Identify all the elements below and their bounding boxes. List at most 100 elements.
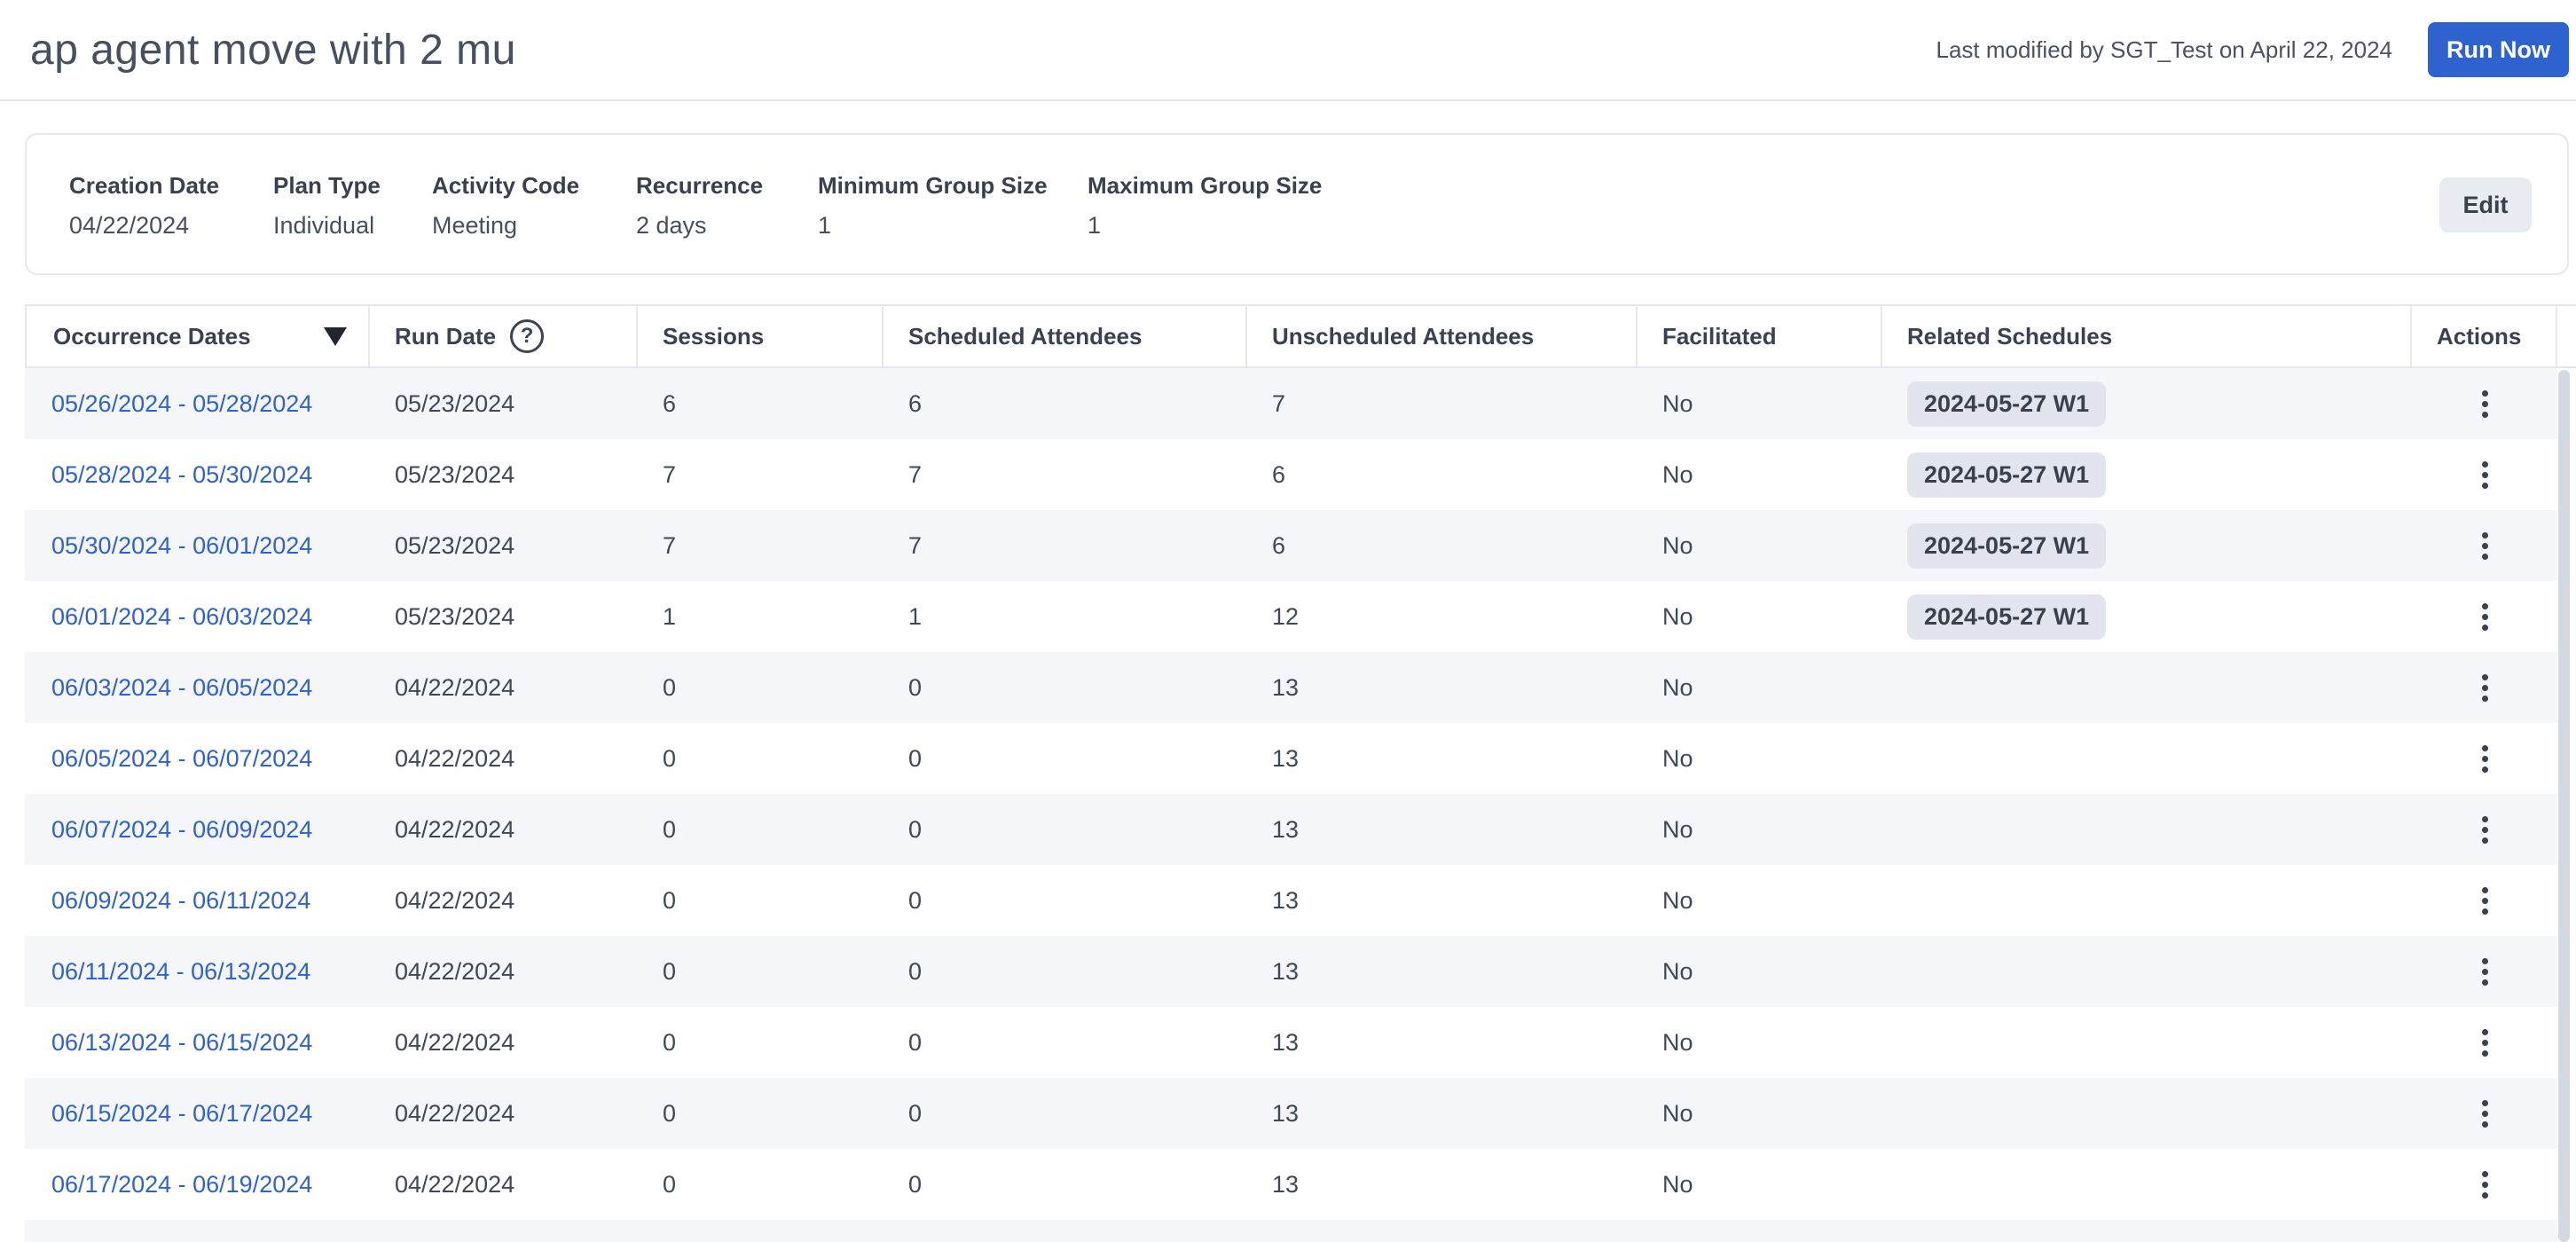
cell-unscheduled-attendees: 7: [1247, 368, 1637, 439]
cell-scheduled-attendees: 0: [884, 794, 1247, 865]
table-row: 06/09/2024 - 06/11/2024 04/22/2024 0 0 1…: [25, 865, 2557, 936]
field-value: 1: [818, 212, 832, 239]
run-date-text: 04/22/2024: [395, 1170, 515, 1198]
unscheduled-attendees-text: 12: [1272, 602, 1300, 630]
cell-occurrence-dates: 06/01/2024 - 06/03/2024: [25, 581, 370, 652]
kebab-dot: [2481, 968, 2488, 975]
sort-descending-icon[interactable]: [324, 326, 347, 346]
related-schedule-badge[interactable]: 2024-05-27 W1: [1907, 593, 2107, 640]
row-actions-kebab-menu-icon[interactable]: [2470, 665, 2501, 711]
cell-scheduled-attendees: 0: [884, 1149, 1247, 1220]
sessions-text: 0: [663, 1170, 677, 1198]
cell-run-date: 05/23/2024: [370, 368, 638, 439]
kebab-dot: [2481, 553, 2488, 560]
help-circle-icon[interactable]: ?: [510, 319, 545, 353]
occurrence-dates-link[interactable]: 06/03/2024 - 06/05/2024: [51, 674, 312, 702]
kebab-dot: [2481, 957, 2488, 964]
field-value: 2 days: [636, 212, 707, 239]
last-modified-text: Last modified by SGT_Test on April 22, 2…: [1936, 35, 2392, 63]
column-header-label: Facilitated: [1662, 322, 1777, 350]
occurrence-dates-link[interactable]: 05/26/2024 - 05/28/2024: [51, 390, 312, 418]
row-actions-kebab-menu-icon[interactable]: [2470, 1020, 2501, 1065]
cell-run-date: 04/22/2024: [370, 865, 638, 936]
related-schedule-badge[interactable]: 2024-05-27 W1: [1907, 381, 2107, 427]
table-row: 06/07/2024 - 06/09/2024 04/22/2024 0 0 1…: [25, 794, 2557, 865]
field-label: Creation Date: [69, 172, 220, 199]
related-schedule-badge[interactable]: 2024-05-27 W1: [1907, 452, 2107, 498]
occurrence-dates-link[interactable]: 05/30/2024 - 06/01/2024: [51, 532, 312, 560]
cell-scheduled-attendees: 0: [884, 1007, 1247, 1078]
row-actions-kebab-menu-icon[interactable]: [2470, 878, 2501, 924]
occurrence-dates-link[interactable]: 06/17/2024 - 06/19/2024: [51, 1171, 312, 1199]
sessions-text: 7: [663, 460, 677, 488]
table-row: 05/28/2024 - 05/30/2024 05/23/2024 7 7 6…: [25, 439, 2557, 510]
occurrence-dates-link[interactable]: 06/05/2024 - 06/07/2024: [51, 745, 312, 773]
cell-related-schedules: [1882, 652, 2412, 723]
cell-unscheduled-attendees: 6: [1247, 439, 1637, 510]
cell-unscheduled-attendees: 12: [1247, 581, 1637, 652]
row-actions-kebab-menu-icon[interactable]: [2470, 381, 2501, 427]
run-date-text: 04/22/2024: [395, 673, 515, 701]
row-actions-kebab-menu-icon[interactable]: [2470, 594, 2501, 640]
sessions-text: 0: [663, 886, 677, 914]
cell-facilitated: No: [1637, 581, 1882, 652]
facilitated-text: No: [1662, 389, 1693, 417]
occurrence-dates-link[interactable]: 06/13/2024 - 06/15/2024: [51, 1029, 312, 1057]
cell-sessions: 0: [638, 1078, 884, 1149]
row-actions-kebab-menu-icon[interactable]: [2470, 452, 2501, 498]
cell-scheduled-attendees: 7: [884, 439, 1247, 510]
occurrence-dates-link[interactable]: 06/11/2024 - 06/13/2024: [51, 958, 310, 986]
occurrence-dates-link[interactable]: 06/07/2024 - 06/09/2024: [51, 816, 312, 844]
row-actions-kebab-menu-icon[interactable]: [2470, 949, 2501, 994]
related-schedule-badge[interactable]: 2024-05-27 W1: [1907, 523, 2107, 569]
summary-fields: Creation Date 04/22/2024 Plan Type Indiv…: [27, 135, 2567, 240]
page-header: ap agent move with 2 mu Last modified by…: [0, 0, 2576, 101]
run-now-button[interactable]: Run Now: [2428, 22, 2569, 77]
facilitated-text: No: [1662, 815, 1693, 843]
cell-related-schedules: 2024-05-27 W1: [1882, 581, 2412, 652]
field-label: Maximum Group Size: [1088, 172, 1323, 199]
plan-summary-card: Creation Date 04/22/2024 Plan Type Indiv…: [25, 133, 2569, 275]
row-actions-kebab-menu-icon[interactable]: [2470, 1091, 2501, 1136]
field-value: Individual: [273, 212, 375, 239]
row-actions-kebab-menu-icon[interactable]: [2470, 523, 2501, 569]
field-value: Meeting: [432, 212, 518, 239]
run-date-text: 04/22/2024: [395, 815, 515, 843]
cell-run-date: 05/23/2024: [370, 439, 638, 510]
occurrence-dates-link[interactable]: 06/15/2024 - 06/17/2024: [51, 1100, 312, 1128]
summary-field-min-group-size: Minimum Group Size 1: [818, 172, 1088, 240]
run-date-text: 04/22/2024: [395, 886, 515, 914]
scrollbar-gutter: [2557, 306, 2576, 366]
occurrence-dates-link[interactable]: 06/01/2024 - 06/03/2024: [51, 603, 312, 631]
unscheduled-attendees-text: 6: [1272, 460, 1286, 488]
occurrence-dates-link[interactable]: 06/09/2024 - 06/11/2024: [51, 887, 310, 915]
scheduled-attendees-text: 6: [908, 389, 923, 417]
occurrence-dates-link[interactable]: 05/28/2024 - 05/30/2024: [51, 461, 312, 489]
vertical-scrollbar-thumb[interactable]: [2558, 370, 2570, 1242]
sessions-text: 6: [663, 389, 677, 417]
cell-facilitated: No: [1637, 865, 1882, 936]
cell-related-schedules: [1882, 1007, 2412, 1078]
column-header-related-schedules: Related Schedules: [1882, 306, 2412, 366]
unscheduled-attendees-text: 13: [1272, 815, 1300, 843]
edit-button[interactable]: Edit: [2439, 177, 2532, 232]
scheduled-attendees-text: 0: [908, 886, 923, 914]
column-header-occurrence-dates[interactable]: Occurrence Dates: [25, 306, 370, 366]
column-header-actions: Actions: [2412, 306, 2557, 366]
occurrences-table: Occurrence Dates Run Date ? Sessions Sch…: [25, 304, 2576, 1242]
kebab-dot: [2481, 755, 2488, 762]
cell-scheduled-attendees: 1: [884, 581, 1247, 652]
row-actions-kebab-menu-icon[interactable]: [2470, 736, 2501, 782]
cell-actions: [2412, 1149, 2557, 1220]
table-row: 05/30/2024 - 06/01/2024 05/23/2024 7 7 6…: [25, 510, 2557, 581]
unscheduled-attendees-text: 6: [1272, 531, 1286, 559]
cell-sessions: 1: [638, 581, 884, 652]
row-actions-kebab-menu-icon[interactable]: [2470, 1162, 2501, 1207]
facilitated-text: No: [1662, 1028, 1693, 1056]
row-actions-kebab-menu-icon[interactable]: [2470, 807, 2501, 853]
kebab-dot: [2481, 1170, 2488, 1177]
cell-unscheduled-attendees: 13: [1247, 794, 1637, 865]
cell-scheduled-attendees: 0: [884, 723, 1247, 794]
summary-field-creation-date: Creation Date 04/22/2024: [69, 172, 273, 240]
cell-sessions: 0: [638, 794, 884, 865]
